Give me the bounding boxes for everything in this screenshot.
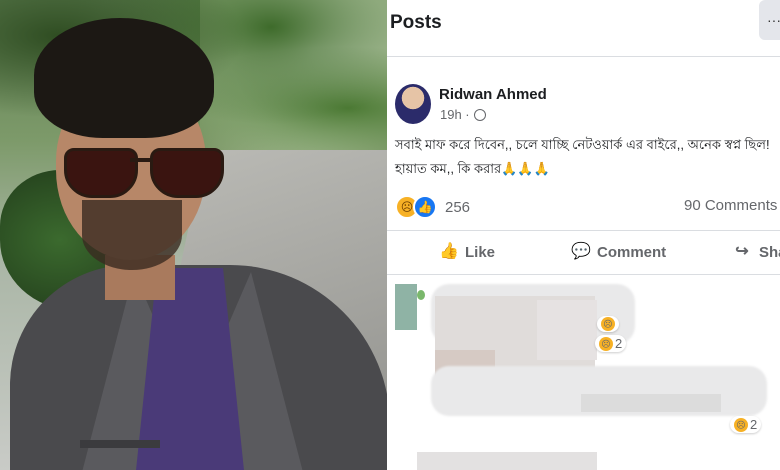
sunglasses-lens-left bbox=[64, 148, 138, 198]
share-label: Share bbox=[759, 243, 780, 261]
post-card: Posts ··· Ridwan Ahmed 19h · সবাই মাফ কর… bbox=[387, 0, 780, 470]
post-meta: 19h · bbox=[440, 107, 486, 122]
blurred-comment-bottom bbox=[417, 452, 597, 470]
hair bbox=[34, 18, 214, 138]
person-figure bbox=[10, 10, 387, 470]
sunglasses bbox=[64, 148, 224, 198]
like-label: Like bbox=[465, 243, 496, 261]
blurred-image-block-3 bbox=[537, 300, 597, 360]
comment-reaction-badge-1[interactable]: ☹ bbox=[597, 316, 619, 332]
comment-reaction-count-1: 2 bbox=[615, 336, 623, 351]
commenter-online-dot bbox=[417, 290, 425, 300]
facebook-posts-panel: Posts ··· Ridwan Ahmed 19h · সবাই মাফ কর… bbox=[387, 0, 780, 470]
comment-bubble-icon: 💬 bbox=[571, 243, 591, 260]
post-actions-bar: 👍 Like 💬 Comment ↪ Share bbox=[387, 232, 780, 272]
posts-heading: Posts bbox=[390, 12, 442, 33]
blurred-text-block bbox=[581, 394, 721, 412]
sunglasses-lens-right bbox=[150, 148, 224, 198]
comment-label: Comment bbox=[597, 243, 667, 261]
thumbs-up-icon: 👍 bbox=[439, 243, 459, 260]
comment-reaction-badge-3[interactable]: ☹ 2 bbox=[730, 416, 762, 433]
sad-reaction-icon: ☹ bbox=[601, 317, 615, 331]
profile-photo bbox=[0, 0, 387, 470]
reaction-count: 256 bbox=[445, 198, 471, 216]
globe-icon bbox=[473, 108, 486, 121]
share-button[interactable]: ↪ Share bbox=[733, 243, 780, 261]
comment-reaction-badge-2[interactable]: ☹ 2 bbox=[595, 335, 627, 352]
reaction-summary[interactable]: ☹ 👍 256 bbox=[395, 195, 470, 219]
actions-top-divider bbox=[387, 230, 780, 231]
sad-reaction-icon: ☹ bbox=[599, 336, 613, 351]
beard bbox=[82, 200, 182, 270]
comment-reaction-count-2: 2 bbox=[750, 417, 758, 432]
comments-count-link[interactable]: 90 Comments bbox=[684, 197, 777, 214]
like-reaction-icon: 👍 bbox=[413, 195, 437, 219]
post-text-line-2: হায়াত কম,, কি করার🙏🙏🙏 bbox=[395, 161, 550, 176]
more-options-button[interactable]: ··· bbox=[759, 0, 780, 40]
header-divider bbox=[387, 56, 780, 57]
author-avatar[interactable] bbox=[395, 84, 431, 124]
post-text-line-1: সবাই মাফ করে দিবেন,, চলে যাচ্ছি নেটওয়ার… bbox=[395, 137, 770, 152]
actions-bottom-divider bbox=[387, 274, 780, 275]
post-body: সবাই মাফ করে দিবেন,, চলে যাচ্ছি নেটওয়ার… bbox=[395, 133, 780, 181]
post-author-name[interactable]: Ridwan Ahmed bbox=[439, 86, 547, 103]
jacket-pocket bbox=[80, 440, 160, 448]
commenter-avatar-blurred bbox=[395, 284, 417, 330]
comment-button[interactable]: 💬 Comment bbox=[571, 243, 666, 261]
share-arrow-icon: ↪ bbox=[735, 243, 749, 260]
post-timestamp[interactable]: 19h · bbox=[440, 107, 470, 122]
sad-reaction-icon: ☹ bbox=[734, 417, 748, 432]
like-button[interactable]: 👍 Like bbox=[439, 243, 495, 261]
